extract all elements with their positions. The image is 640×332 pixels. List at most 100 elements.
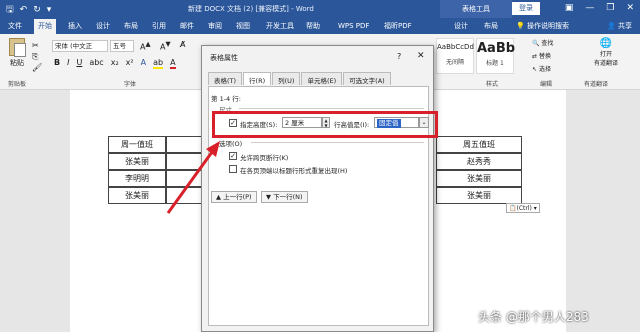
replace-button[interactable]: ⇄ 替换 [532, 51, 551, 60]
style-no-spacing[interactable]: AaBbCcDd 无间隔 [436, 38, 474, 74]
lightbulb-icon: 💡 [516, 22, 525, 30]
table-cell[interactable] [166, 170, 202, 187]
format-row: B I U abc x₂ x² A ab A [54, 58, 176, 69]
table-properties-dialog: 表格属性 ? ✕ 表格(T) 行(R) 列(U) 单元格(E) 可选文字(A) … [201, 45, 434, 332]
find-button[interactable]: 🔍 查找 [532, 38, 553, 47]
tab-table-design[interactable]: 设计 [450, 19, 472, 34]
font-group-label: 字体 [124, 81, 137, 88]
superscript-icon[interactable]: x² [126, 58, 134, 69]
close-icon[interactable]: ✕ [626, 3, 634, 13]
format-painter-icon[interactable]: 🖌 [32, 62, 42, 73]
copy-icon[interactable]: ⎘ [32, 51, 42, 62]
person-icon: 👤 [607, 22, 616, 30]
tab-column[interactable]: 列(U) [272, 72, 301, 85]
subscript-icon[interactable]: x₂ [111, 58, 119, 69]
translate-label: 有道翻译 [593, 60, 618, 67]
allow-row-break-label: 允许跨页断行(K) [240, 154, 289, 162]
paste-button[interactable]: 粘贴 [6, 38, 28, 72]
table-cell[interactable] [166, 153, 202, 170]
styles-group-label: 样式 [486, 81, 499, 88]
document-title: 新建 DOCX 文档 (2) [兼容模式] - Word [188, 5, 314, 13]
tab-table[interactable]: 表格(T) [208, 72, 243, 85]
table-cell[interactable]: 张美丽 [436, 170, 522, 187]
tab-view[interactable]: 视图 [232, 19, 254, 34]
tab-design[interactable]: 设计 [92, 19, 114, 34]
clear-format-icon[interactable]: A̸ [180, 40, 185, 49]
strikethrough-icon[interactable]: abc [89, 58, 103, 69]
dialog-tabs: 表格(T) 行(R) 列(U) 单元格(E) 可选文字(A) [208, 72, 392, 85]
tell-me-label: 操作说明搜索 [526, 22, 569, 30]
clipboard-tools: ✂ ⎘ 🖌 [32, 40, 42, 73]
youdao-translate-button[interactable]: 🌐 打开 有道翻译 [582, 38, 630, 67]
translate-icon: 🌐 [599, 38, 613, 49]
restore-icon[interactable]: ❐ [606, 3, 614, 13]
ribbon-display-icon[interactable]: ▣ [565, 3, 574, 13]
dialog-close-button[interactable]: ✕ [417, 51, 425, 61]
table-cell[interactable]: 张美丽 [436, 187, 522, 204]
style-heading-1[interactable]: AaBb 标题 1 [476, 38, 515, 74]
shrink-font-icon[interactable]: A▼ [160, 40, 171, 52]
minimize-icon[interactable]: — [585, 3, 594, 13]
tab-foxit-pdf[interactable]: 福昕PDF [380, 19, 416, 34]
edit-group-label: 编辑 [540, 81, 553, 88]
tell-me-search[interactable]: 💡 操作说明搜索 [516, 21, 569, 31]
bold-icon[interactable]: B [54, 58, 60, 69]
dialog-help-button[interactable]: ? [397, 52, 401, 61]
italic-icon[interactable]: I [67, 58, 69, 69]
clipboard-group-label: 剪贴板 [8, 81, 27, 88]
login-button[interactable]: 登录 [512, 2, 540, 15]
paste-options-tag[interactable]: 📋(Ctrl) ▾ [506, 203, 540, 213]
undo-icon[interactable]: ↶ [20, 5, 28, 15]
tab-insert[interactable]: 插入 [64, 19, 86, 34]
font-name-select[interactable]: 宋体 (中文正 [52, 40, 108, 52]
customize-qat-icon[interactable]: ▾ [47, 5, 52, 15]
tab-alt-text[interactable]: 可选文字(A) [343, 72, 391, 85]
title-bar: 🖫 ↶ ↻ ▾ 新建 DOCX 文档 (2) [兼容模式] - Word 表格工… [0, 0, 640, 18]
table-cell[interactable]: 周一值班 [108, 136, 166, 153]
grow-font-icon[interactable]: A▲ [140, 40, 151, 52]
table-cell[interactable]: 周五值班 [436, 136, 522, 153]
font-size-select[interactable]: 五号 [110, 40, 134, 52]
table-cell[interactable]: 张美丽 [108, 187, 166, 204]
clipboard-icon [9, 38, 26, 57]
ctrl-label: (Ctrl) [516, 205, 532, 212]
table-cell[interactable]: 张美丽 [108, 153, 166, 170]
next-row-button[interactable]: ▼ 下一行(N) [261, 191, 308, 203]
font-color-icon[interactable]: A [170, 58, 176, 69]
tab-row[interactable]: 行(R) [243, 72, 272, 85]
select-button[interactable]: ↖ 选择 [532, 64, 551, 73]
table-cell[interactable] [166, 187, 202, 204]
previous-row-button[interactable]: ▲ 上一行(P) [211, 191, 257, 203]
tab-home[interactable]: 开始 [34, 19, 56, 34]
table-cell[interactable]: 赵秀秀 [436, 153, 522, 170]
open-label: 打开 [599, 51, 612, 58]
highlight-icon[interactable]: ab [153, 58, 164, 69]
window-controls: ▣ — ❐ ✕ [565, 3, 634, 13]
underline-icon[interactable]: U [76, 58, 82, 69]
repeat-header-checkbox[interactable] [229, 165, 237, 173]
tab-review[interactable]: 审阅 [204, 19, 226, 34]
save-icon[interactable]: 🖫 [6, 2, 14, 18]
cut-icon[interactable]: ✂ [32, 40, 42, 51]
allow-row-break-checkbox[interactable]: ✓ [229, 152, 237, 160]
tab-layout[interactable]: 布局 [120, 19, 142, 34]
table-cell[interactable]: 李明明 [108, 170, 166, 187]
tab-mailings[interactable]: 邮件 [176, 19, 198, 34]
share-button[interactable]: 👤 共享 [607, 21, 632, 31]
cursor-icon: ↖ [532, 66, 538, 73]
text-effects-icon[interactable]: A [141, 58, 146, 69]
divider [251, 142, 424, 143]
divider [239, 108, 424, 109]
replace-label: 替换 [538, 53, 551, 60]
tab-wps-pdf[interactable]: WPS PDF [334, 19, 373, 34]
table-cell[interactable] [166, 136, 202, 153]
tab-table-layout[interactable]: 布局 [480, 19, 502, 34]
tab-help[interactable]: 帮助 [302, 19, 324, 34]
style-name: 无间隔 [445, 59, 464, 66]
tab-cell[interactable]: 单元格(E) [301, 72, 343, 85]
redo-icon[interactable]: ↻ [33, 5, 41, 15]
search-icon: 🔍 [532, 40, 540, 47]
tab-developer[interactable]: 开发工具 [262, 19, 298, 34]
tab-file[interactable]: 文件 [4, 19, 26, 34]
tab-references[interactable]: 引用 [148, 19, 170, 34]
